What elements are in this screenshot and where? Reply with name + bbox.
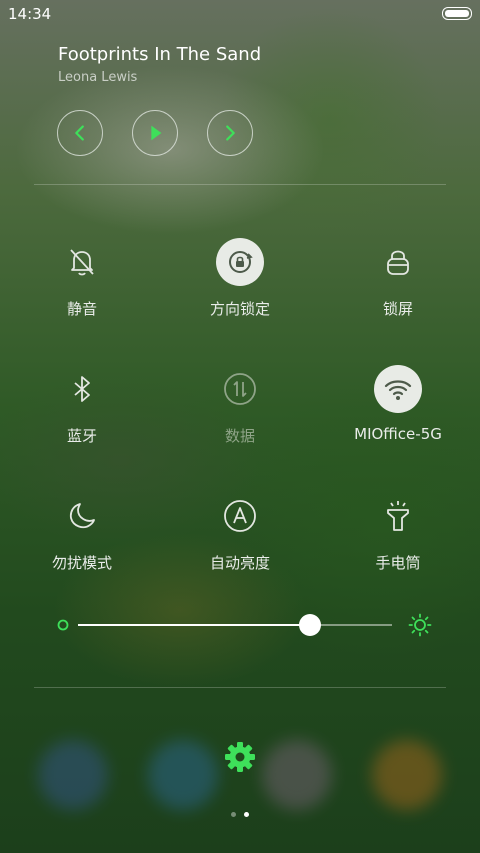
tile-do-not-disturb-label: 勿扰模式 [51, 554, 112, 572]
settings-gear-icon[interactable] [223, 740, 257, 774]
tile-rotation-lock-label: 方向锁定 [209, 300, 270, 318]
play-icon [151, 125, 162, 141]
lock-icon [374, 238, 422, 286]
dock-app-blur [262, 740, 332, 810]
play-button[interactable] [132, 110, 178, 156]
dock-app-blur [372, 740, 442, 810]
tile-mobile-data[interactable]: 数据 [160, 365, 320, 465]
flashlight-icon [374, 492, 422, 540]
tile-mute-label: 静音 [66, 300, 97, 318]
tile-lock-screen[interactable]: 锁屏 [318, 238, 478, 338]
page-dot [231, 812, 236, 817]
previous-icon [75, 125, 84, 141]
next-icon [226, 125, 235, 141]
rotation-lock-icon [216, 238, 264, 286]
page-dot-active [244, 812, 249, 817]
wifi-icon [374, 365, 422, 413]
moon-icon [58, 492, 106, 540]
dock-app-blur [38, 740, 108, 810]
tile-mobile-data-label: 数据 [224, 427, 255, 445]
bluetooth-icon [58, 365, 106, 413]
brightness-track[interactable] [78, 614, 392, 636]
brightness-slider[interactable] [56, 608, 432, 642]
auto-brightness-icon [216, 492, 264, 540]
media-artist: Leona Lewis [58, 70, 138, 85]
tile-rotation-lock[interactable]: 方向锁定 [160, 238, 320, 338]
next-button[interactable] [207, 110, 253, 156]
brightness-high-icon [408, 613, 432, 637]
tile-bluetooth[interactable]: 蓝牙 [2, 365, 162, 465]
status-bar: 14:34 [0, 0, 480, 26]
battery-icon [442, 7, 472, 20]
tile-wifi[interactable]: MIOffice-5G [318, 365, 478, 465]
tile-do-not-disturb[interactable]: 勿扰模式 [2, 492, 162, 592]
brightness-fill [78, 624, 311, 626]
divider [34, 184, 446, 185]
tile-flashlight[interactable]: 手电筒 [318, 492, 478, 592]
mobile-data-icon [216, 365, 264, 413]
tile-wifi-label: MIOffice-5G [354, 425, 442, 443]
tile-flashlight-label: 手电筒 [375, 554, 421, 572]
status-time: 14:34 [8, 5, 52, 23]
tile-lock-screen-label: 锁屏 [382, 300, 413, 318]
tile-mute[interactable]: 静音 [2, 238, 162, 338]
brightness-thumb[interactable] [299, 614, 322, 636]
tile-auto-brightness[interactable]: 自动亮度 [160, 492, 320, 592]
previous-button[interactable] [57, 110, 103, 156]
media-track-title: Footprints In The Sand [58, 44, 262, 65]
bell-muted-icon [58, 238, 106, 286]
tile-bluetooth-label: 蓝牙 [66, 427, 97, 445]
divider-bottom [34, 687, 446, 688]
dock-app-blur [148, 740, 218, 810]
tile-auto-brightness-label: 自动亮度 [209, 554, 270, 572]
page-indicator [228, 812, 252, 820]
brightness-low-icon [57, 619, 69, 631]
